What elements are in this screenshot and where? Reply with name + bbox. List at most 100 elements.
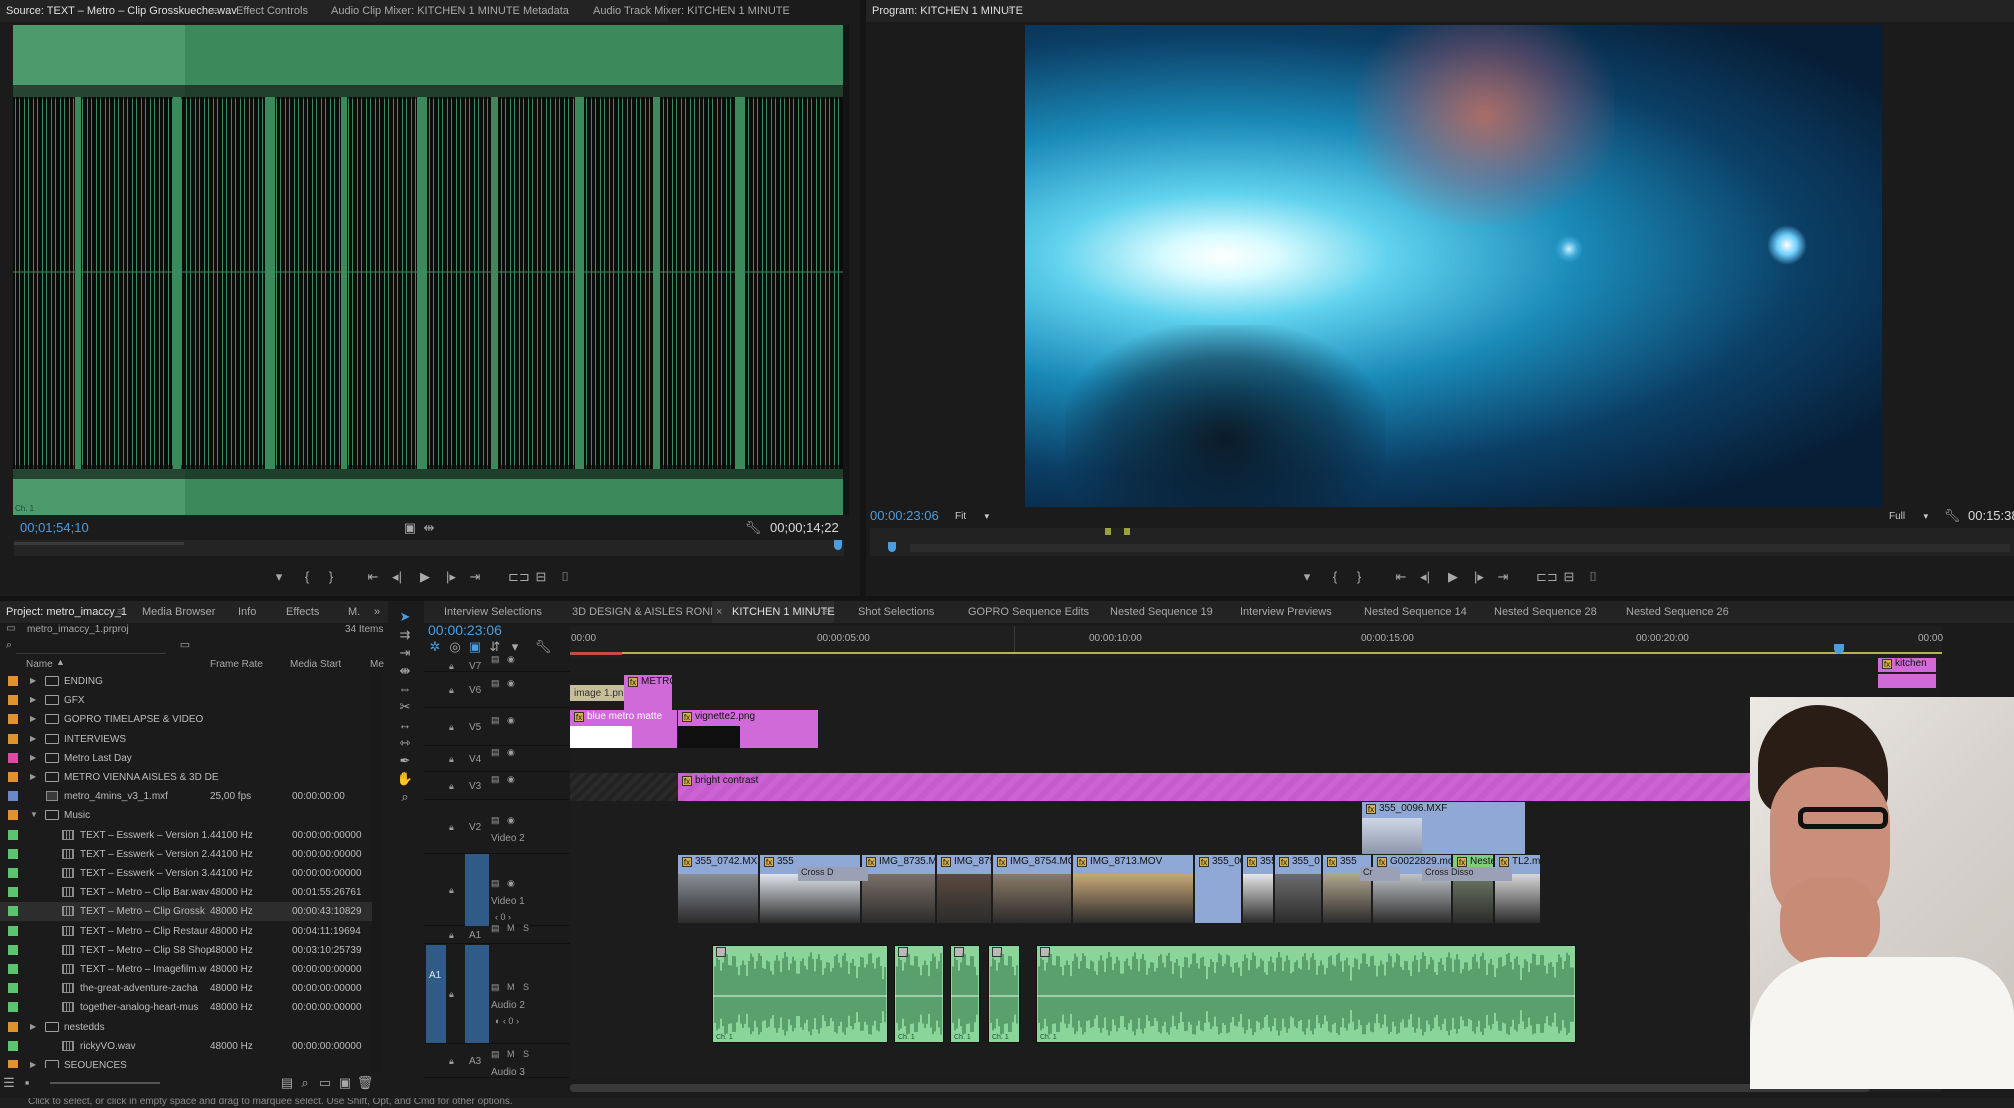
project-item[interactable]: rickyVO.wav 48000 Hz 00:00:00:00000 [0,1037,380,1056]
clip-v1[interactable]: fx G0022829.mov [1373,855,1452,923]
snap-icon[interactable]: ✲ [426,640,444,656]
source-playhead[interactable] [834,540,842,550]
program-time-ruler[interactable] [870,528,2014,556]
project-item[interactable]: the-great-adventure-zacha 48000 Hz 00:00:0… [0,979,380,998]
list-view-icon[interactable]: ☰ [0,1076,18,1092]
label-color-swatch[interactable] [8,1021,18,1032]
lift-icon[interactable]: ⊏⊐ [1536,570,1558,586]
tab-interview-previews[interactable]: Interview Previews [1240,606,1332,618]
project-item[interactable]: TEXT – Esswerk – Version 3. 44100 Hz 00:00… [0,864,380,883]
new-item-icon[interactable]: ▣ [336,1076,354,1092]
column-name[interactable]: Name [26,659,53,670]
project-item[interactable]: ▶ nestedds [0,1018,380,1037]
step-back-icon[interactable]: ◂| [1416,570,1434,586]
label-color-swatch[interactable] [8,791,18,802]
project-item[interactable]: TEXT – Metro – Clip Grossk 48000 Hz 00:00:… [0,902,380,922]
transition-cross-dissolve[interactable]: Cross D [798,867,868,881]
tab-media-browser[interactable]: Media Browser [142,606,215,618]
tab-project[interactable]: Project: metro_imaccy_1 [6,606,127,618]
clip-v1[interactable]: fx355 [760,855,861,923]
linked-selection-icon[interactable]: ◎ [446,640,464,656]
tab-nested-28[interactable]: Nested Sequence 28 [1494,606,1597,618]
tab-gopro-edits[interactable]: GOPRO Sequence Edits [968,606,1089,618]
clip-v1[interactable]: fx355 [1243,855,1274,923]
expand-triangle-icon[interactable]: ▶ [30,1022,36,1031]
project-item[interactable]: together-analog-heart-mus 48000 Hz 00:00:0… [0,998,380,1017]
source-scrollbar[interactable] [843,25,849,515]
column-more[interactable]: Me [370,659,384,670]
eye-icon[interactable]: ◉ [507,747,515,758]
eye-icon[interactable]: ◉ [507,878,515,889]
work-area-bar[interactable] [570,652,1942,654]
program-video-frame[interactable] [1025,25,1882,507]
track-select-tool-icon[interactable]: ⇉ [396,628,414,644]
lock-icon[interactable]: 🔒︎ [449,661,454,672]
zoom-fit-dropdown[interactable]: Fit ▼ [955,511,991,522]
add-marker-icon[interactable]: ▾ [1298,570,1316,586]
label-color-swatch[interactable] [8,983,18,994]
insert-icon[interactable]: ▣ [401,521,419,537]
settings-wrench-icon[interactable]: 🔧︎ [744,521,762,537]
audio-clip[interactable]: fx Ch. 1 [894,945,944,1043]
panel-menu-icon[interactable]: ≡ [117,606,123,618]
toggle-sync-icon[interactable]: ▤ [491,1049,500,1060]
expand-triangle-icon[interactable]: ▶ [30,676,36,685]
lock-icon[interactable]: 🔒︎ [449,930,454,941]
collapse-triangle-icon[interactable]: ▼ [30,810,38,819]
label-color-swatch[interactable] [8,906,18,917]
razor-tool-icon[interactable]: ✂ [396,700,414,716]
clip-kitchen[interactable]: fx kitchen [1878,658,1936,672]
tab-nested-26[interactable]: Nested Sequence 26 [1626,606,1729,618]
tab-source[interactable]: Source: TEXT – Metro – Clip Grosskueche.… [6,5,237,17]
toggle-sync-icon[interactable]: ▤ [491,774,500,785]
project-item[interactable]: TEXT – Metro – Clip Restaur 48000 Hz 00:04… [0,922,380,941]
expand-triangle-icon[interactable]: ▶ [30,734,36,743]
project-scrollbar[interactable] [372,672,380,1072]
project-item[interactable]: TEXT – Esswerk – Version 2. 44100 Hz 00:00… [0,845,380,864]
clip-v1[interactable]: fx Neste [1453,855,1494,923]
program-timecode-current[interactable]: 00:00:23:06 [870,508,939,523]
timeline-playhead[interactable] [1834,644,1844,654]
trash-icon[interactable]: 🗑︎ [356,1076,374,1092]
toggle-sync-icon[interactable]: ▤ [491,678,500,689]
clip-v1[interactable]: fxIMG_8751 [937,855,992,923]
label-color-swatch[interactable] [8,714,18,725]
eye-icon[interactable]: ◉ [507,654,515,665]
toggle-sync-icon[interactable]: ▤ [491,923,500,934]
overwrite-button-icon[interactable]: ⊟ [532,570,550,586]
lock-icon[interactable]: 🔒︎ [449,781,454,792]
clip-image-png[interactable]: image 1.png [570,675,628,713]
keyframe-nav[interactable]: ◐ ‹ 0 › [495,1016,519,1026]
clip-v1[interactable]: fx355_000 [1195,855,1242,923]
clip-v1[interactable]: fx 355_0742.MX [678,855,759,923]
label-color-swatch[interactable] [8,695,18,706]
project-item[interactable]: ▶ GOPRO TIMELAPSE & VIDEO [0,710,380,729]
project-item[interactable]: ▶ SEQUENCES [0,1056,380,1068]
project-item[interactable]: ▶ Metro Last Day [0,749,380,768]
solo-button[interactable]: S [523,982,529,992]
rate-stretch-tool-icon[interactable]: ⇔ [396,682,414,698]
toggle-sync-icon[interactable]: ▤ [491,747,500,758]
tab-interview-selections[interactable]: Interview Selections [444,606,542,618]
tab-nested-19[interactable]: Nested Sequence 19 [1110,606,1213,618]
toggle-sync-icon[interactable]: ▤ [491,815,500,826]
expand-triangle-icon[interactable]: ▶ [30,772,36,781]
audio-clip[interactable]: fx Ch. 1 [1036,945,1576,1043]
expand-triangle-icon[interactable]: ▶ [30,1060,36,1068]
panel-menu-icon[interactable]: ≡ [1006,5,1012,17]
project-item[interactable]: TEXT – Esswerk – Version 1. 44100 Hz 00:00… [0,826,380,845]
step-back-icon[interactable]: ◂| [388,570,406,586]
tab-3d-design[interactable]: 3D DESIGN & AISLES RONIN [572,606,721,618]
slide-tool-icon[interactable]: ⇿ [396,736,414,752]
timeline-scroll-thumb[interactable] [570,1084,1870,1092]
tab-info[interactable]: Info [238,606,256,618]
pen-tool-icon[interactable]: ✒ [396,754,414,770]
clip-v1[interactable]: fx355 [1323,855,1372,923]
more-tabs-icon[interactable]: » [374,606,380,618]
a2-target[interactable] [465,945,489,1043]
solo-button[interactable]: S [523,1049,529,1059]
project-item[interactable]: metro_4mins_v3_1.mxf 25,00 fps 00:00:00:00 [0,787,380,806]
mark-in-icon[interactable]: { [1326,570,1344,586]
transition-cross-dissolve[interactable]: Cross Disso [1422,867,1512,881]
tab-effects[interactable]: Effects [286,606,319,618]
